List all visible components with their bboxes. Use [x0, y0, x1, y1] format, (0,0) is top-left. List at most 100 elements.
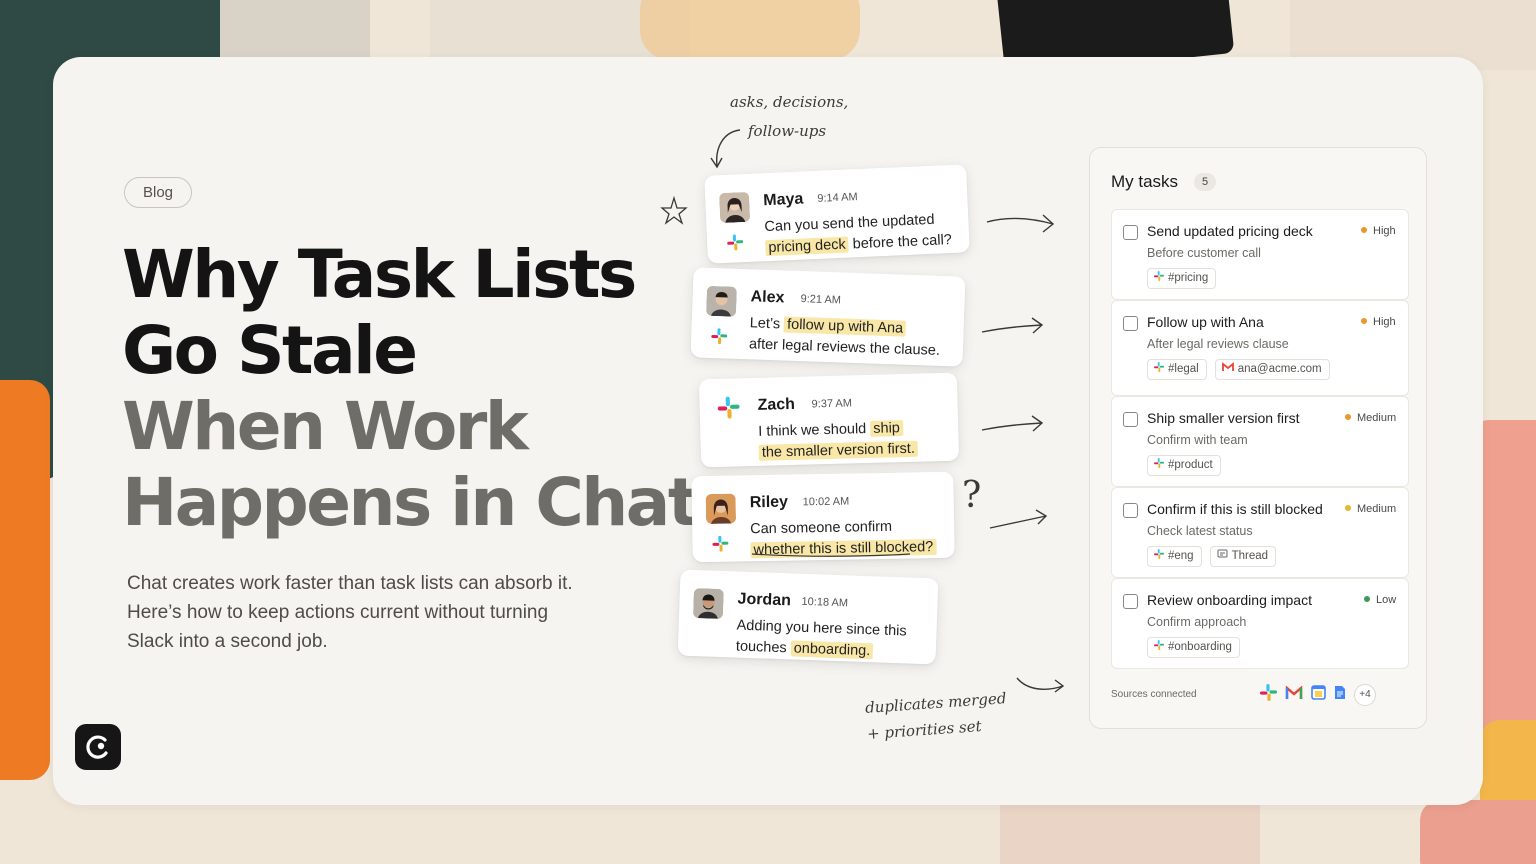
tag-chip[interactable]: Thread [1209, 546, 1277, 567]
tag-chip[interactable]: #legal [1147, 359, 1207, 380]
task-title: Ship smaller version first [1147, 410, 1300, 426]
message-text-part: Adding you here since this [736, 617, 907, 640]
slack-icon [1154, 456, 1164, 475]
question-mark-doodle: ? [962, 475, 982, 516]
task-checkbox[interactable] [1123, 503, 1138, 518]
task-item[interactable]: Send updated pricing deck Before custome… [1111, 209, 1409, 300]
tag-chip[interactable]: #onboarding [1147, 637, 1240, 658]
chat-message[interactable]: Jordan 10:18 AM Adding you here since th… [677, 569, 939, 665]
arrow-right-icon [981, 415, 1044, 432]
tag-chip[interactable]: #product [1147, 455, 1221, 476]
task-item[interactable]: Follow up with Ana After legal reviews c… [1111, 300, 1409, 396]
task-title: Confirm if this is still blocked [1147, 501, 1323, 517]
avatar [705, 285, 737, 317]
tasks-title: My tasks [1111, 172, 1179, 191]
task-item[interactable]: Confirm if this is still blocked Check l… [1111, 487, 1409, 578]
slack-icon [727, 234, 744, 256]
message-text-part: Can you send the updated [764, 211, 935, 236]
tag-label: #eng [1168, 550, 1194, 562]
task-subtitle: Confirm with team [1147, 433, 1248, 447]
task-checkbox[interactable] [1123, 316, 1138, 331]
message-highlight: the smaller version first. [758, 440, 919, 461]
task-subtitle: Check latest status [1147, 524, 1253, 538]
page-title: Why Task Lists Go Stale When Work Happen… [122, 236, 699, 541]
slack-icon [1154, 269, 1164, 288]
tag-chip[interactable]: #eng [1147, 546, 1202, 567]
arrow-right-icon [989, 509, 1048, 529]
task-tags: #legal ana@acme.com [1147, 359, 1330, 380]
task-item[interactable]: Review onboarding impact Confirm approac… [1111, 578, 1409, 669]
message-time: 10:02 AM [802, 495, 850, 509]
subtitle-line-2: Here’s how to keep actions current witho… [127, 602, 549, 623]
message-time: 10:18 AM [801, 595, 849, 610]
tag-label: Thread [1231, 550, 1269, 562]
priority-dot-icon [1361, 227, 1367, 234]
tag-label: #legal [1168, 363, 1199, 375]
message-time: 9:37 AM [811, 397, 853, 411]
gmail-icon[interactable] [1285, 684, 1303, 705]
task-tags: #pricing [1147, 268, 1217, 289]
tag-chip[interactable]: #pricing [1147, 268, 1217, 289]
message-text-part: Can someone confirm [750, 518, 893, 538]
priority-badge: Low [1364, 594, 1396, 606]
sources-label: Sources connected [1111, 689, 1197, 700]
priority-badge: High [1361, 316, 1396, 328]
task-subtitle: Before customer call [1147, 246, 1261, 260]
brand-logo-icon[interactable] [75, 724, 121, 770]
title-line-1: Why Task Lists [122, 236, 637, 313]
priority-dot-icon [1345, 414, 1351, 421]
tag-label: #pricing [1168, 272, 1209, 284]
avatar [692, 588, 724, 620]
task-checkbox[interactable] [1123, 594, 1138, 609]
star-doodle-icon [660, 195, 688, 225]
annotation-top-line-1: asks, decisions, [730, 93, 849, 111]
task-subtitle: After legal reviews clause [1147, 337, 1289, 351]
subtitle: Chat creates work faster than task lists… [127, 569, 597, 656]
slack-icon [713, 392, 744, 423]
more-sources-badge[interactable]: +4 [1354, 684, 1376, 706]
slack-icon [711, 328, 728, 350]
chat-message[interactable]: Maya 9:14 AM Can you send the updated pr… [704, 164, 970, 264]
underline-doodle-icon [751, 553, 911, 557]
task-tags: #product [1147, 455, 1221, 476]
priority-label: Medium [1357, 503, 1397, 515]
tag-chip[interactable]: ana@acme.com [1214, 359, 1330, 380]
priority-label: High [1373, 225, 1396, 237]
slack-icon [712, 535, 729, 557]
slack-icon[interactable] [1260, 684, 1277, 706]
message-text: I think we should ship the smaller versi… [758, 418, 919, 464]
avatar [705, 493, 737, 525]
message-text-part: before the call? [848, 232, 953, 253]
chat-message[interactable]: Zach 9:37 AM I think we should ship the … [698, 372, 960, 468]
priority-badge: Medium [1345, 503, 1396, 515]
task-checkbox[interactable] [1123, 412, 1138, 427]
tasks-count-badge: 5 [1194, 173, 1216, 191]
message-highlight: follow up with Ana [783, 316, 907, 337]
slack-icon [1154, 547, 1164, 566]
message-highlight: onboarding. [790, 640, 874, 660]
google-docs-icon[interactable] [1334, 685, 1346, 705]
task-subtitle: Confirm approach [1147, 615, 1247, 629]
thread-icon [1217, 547, 1228, 566]
message-time: 9:21 AM [800, 293, 842, 307]
arrow-right-icon [986, 214, 1055, 233]
tag-label: #onboarding [1168, 641, 1232, 653]
avatar [718, 191, 751, 224]
task-item[interactable]: Ship smaller version first Confirm with … [1111, 396, 1409, 487]
chat-message[interactable]: Alex 9:21 AM Let’s follow up with Ana af… [690, 267, 966, 367]
task-checkbox[interactable] [1123, 225, 1138, 240]
priority-label: Medium [1357, 412, 1397, 424]
gmail-icon [1221, 360, 1234, 379]
priority-dot-icon [1345, 505, 1351, 512]
title-line-4: Happens in Chat [122, 464, 699, 541]
curved-arrow-down-icon [710, 129, 741, 169]
blog-tag[interactable]: Blog [124, 177, 192, 208]
message-text-part: touches [735, 638, 792, 657]
message-author: Alex [750, 288, 785, 307]
tag-label: #product [1168, 459, 1213, 471]
google-calendar-icon[interactable] [1311, 685, 1326, 705]
tag-label: ana@acme.com [1237, 363, 1322, 375]
message-text: Let’s follow up with Ana after legal rev… [749, 313, 941, 362]
task-title: Follow up with Ana [1147, 314, 1264, 330]
message-text-part: I think we should [758, 420, 871, 440]
